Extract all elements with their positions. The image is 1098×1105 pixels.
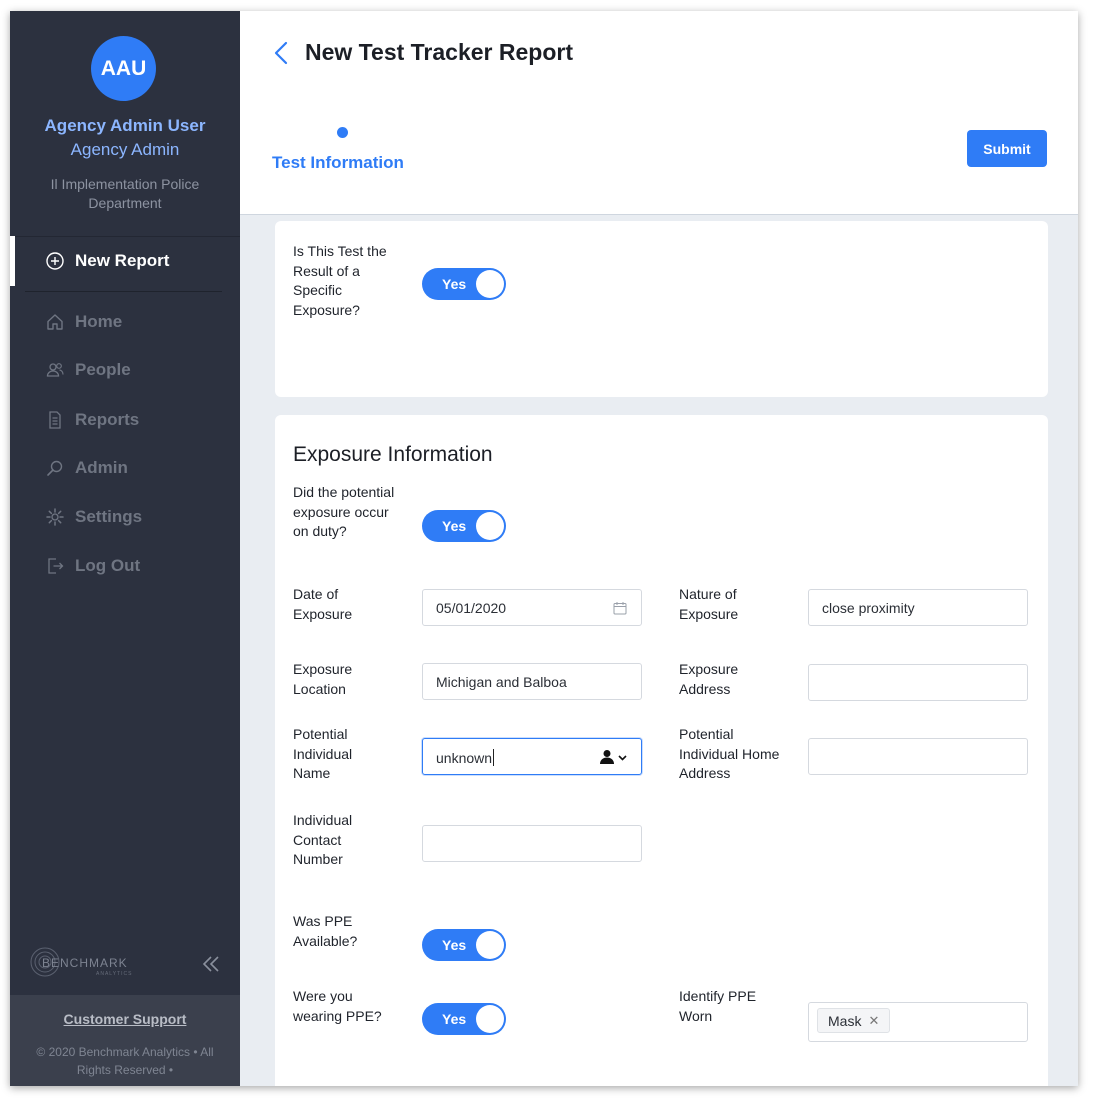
identify-ppe-worn-label: Identify PPE Worn bbox=[679, 988, 757, 1024]
specific-exposure-toggle[interactable]: Yes bbox=[422, 268, 506, 300]
people-icon bbox=[45, 360, 65, 380]
field-value: close proximity bbox=[822, 600, 915, 616]
sidebar-item-logout[interactable]: Log Out bbox=[45, 554, 140, 578]
page-title: New Test Tracker Report bbox=[305, 39, 574, 65]
page-header: New Test Tracker Report Test Information… bbox=[240, 11, 1078, 215]
sidebar-footer: Customer Support © 2020 Benchmark Analyt… bbox=[10, 995, 240, 1086]
toggle-text: Yes bbox=[442, 937, 467, 953]
sidebar-item-new-report[interactable]: New Report bbox=[10, 236, 240, 286]
toggle-knob bbox=[476, 1005, 504, 1033]
text-caret bbox=[493, 749, 495, 766]
exposure-address-field[interactable] bbox=[808, 664, 1028, 701]
toggle-knob bbox=[476, 512, 504, 540]
customer-support-link[interactable]: Customer Support bbox=[10, 1011, 240, 1027]
user-role: Agency Admin bbox=[70, 140, 180, 159]
nature-of-exposure-label: Nature of Exposure bbox=[679, 586, 739, 622]
sidebar-item-label: Home bbox=[75, 312, 123, 331]
sidebar-item-people[interactable]: People bbox=[45, 358, 131, 382]
toggle-text: Yes bbox=[442, 276, 467, 292]
sidebar-item-label: Settings bbox=[75, 507, 143, 526]
collapse-sidebar-icon[interactable] bbox=[200, 953, 222, 975]
potential-individual-name-field[interactable]: unknown bbox=[422, 738, 642, 775]
field-value: 05/01/2020 bbox=[436, 600, 507, 616]
sidebar-item-label: People bbox=[75, 360, 131, 379]
user-name: Agency Admin User bbox=[44, 116, 206, 135]
sidebar-item-label: Log Out bbox=[75, 556, 141, 575]
search-icon bbox=[45, 458, 65, 478]
sidebar-item-label: Admin bbox=[75, 458, 128, 477]
ppe-tag-mask: Mask ✕ bbox=[817, 1008, 891, 1033]
toggle-knob bbox=[476, 931, 504, 959]
exposure-information-card: Exposure Information Did the potential e… bbox=[275, 415, 1048, 1086]
sidebar-item-home[interactable]: Home bbox=[45, 310, 122, 334]
sidebar-item-label: New Report bbox=[75, 251, 170, 270]
gear-icon bbox=[45, 507, 65, 527]
wearing-ppe-toggle[interactable]: Yes bbox=[422, 1003, 506, 1035]
sidebar-item-label: Reports bbox=[75, 410, 140, 429]
date-of-exposure-field[interactable]: 05/01/2020 bbox=[422, 589, 642, 626]
potential-individual-name-label: Potential Individual Name bbox=[293, 726, 353, 781]
section-title: Exposure Information bbox=[293, 443, 493, 466]
field-value: unknown bbox=[436, 749, 495, 766]
calendar-icon[interactable] bbox=[613, 601, 627, 620]
divider bbox=[25, 291, 222, 292]
plus-circle-icon bbox=[45, 251, 65, 271]
remove-tag-icon[interactable]: ✕ bbox=[868, 1013, 879, 1029]
nature-of-exposure-field[interactable]: close proximity bbox=[808, 589, 1028, 626]
ppe-available-label: Was PPE Available? bbox=[293, 913, 358, 949]
specific-exposure-card: Is This Test the Result of a Specific Ex… bbox=[275, 221, 1048, 397]
toggle-knob bbox=[476, 270, 504, 298]
date-of-exposure-label: Date of Exposure bbox=[293, 586, 353, 622]
brand-name: BENCHMARK bbox=[42, 956, 128, 970]
avatar[interactable]: AAU bbox=[91, 36, 156, 101]
exposure-location-label: Exposure Location bbox=[293, 661, 353, 697]
sidebar-item-reports[interactable]: Reports bbox=[45, 408, 139, 432]
individual-contact-number-field[interactable] bbox=[422, 825, 642, 862]
ppe-available-toggle[interactable]: Yes bbox=[422, 929, 506, 961]
sidebar: AAU Agency Admin User Agency Admin Il Im… bbox=[10, 11, 240, 1086]
home-icon bbox=[45, 312, 65, 332]
benchmark-logo: BENCHMARK ANALYTICS bbox=[30, 946, 170, 978]
toggle-text: Yes bbox=[442, 518, 467, 534]
on-duty-label: Did the potential exposure occur on duty… bbox=[293, 484, 395, 539]
document-icon bbox=[45, 410, 65, 430]
wearing-ppe-label: Were you wearing PPE? bbox=[293, 988, 382, 1024]
tag-label: Mask bbox=[828, 1012, 862, 1029]
potential-individual-home-address-label: Potential Individual Home Address bbox=[679, 726, 780, 781]
active-indicator bbox=[10, 236, 15, 286]
brand-subtitle: ANALYTICS bbox=[96, 971, 132, 977]
user-agency: Il Implementation Police Department bbox=[50, 176, 200, 211]
field-value: Michigan and Balboa bbox=[436, 674, 567, 690]
app-window: AAU Agency Admin User Agency Admin Il Im… bbox=[10, 11, 1078, 1086]
exposure-address-label: Exposure Address bbox=[679, 661, 739, 697]
copyright: © 2020 Benchmark Analytics • All Rights … bbox=[36, 1045, 214, 1077]
logout-icon bbox=[45, 556, 65, 576]
on-duty-toggle[interactable]: Yes bbox=[422, 510, 506, 542]
sidebar-item-admin[interactable]: Admin bbox=[45, 456, 128, 480]
exposure-location-field[interactable]: Michigan and Balboa bbox=[422, 663, 642, 700]
contact-autofill-icon[interactable] bbox=[599, 749, 629, 770]
back-chevron-icon[interactable] bbox=[270, 40, 292, 66]
toggle-text: Yes bbox=[442, 1011, 467, 1027]
specific-exposure-label: Is This Test the Result of a Specific Ex… bbox=[293, 243, 387, 318]
step-test-information[interactable]: Test Information bbox=[272, 153, 404, 173]
submit-button[interactable]: Submit bbox=[967, 130, 1047, 167]
identify-ppe-worn-field[interactable]: Mask ✕ bbox=[808, 1002, 1028, 1042]
sidebar-item-settings[interactable]: Settings bbox=[45, 505, 142, 529]
individual-contact-number-label: Individual Contact Number bbox=[293, 812, 353, 867]
step-indicator bbox=[337, 127, 348, 138]
potential-individual-home-address-field[interactable] bbox=[808, 738, 1028, 775]
sidebar-item-new-report-row[interactable]: New Report bbox=[45, 249, 169, 273]
